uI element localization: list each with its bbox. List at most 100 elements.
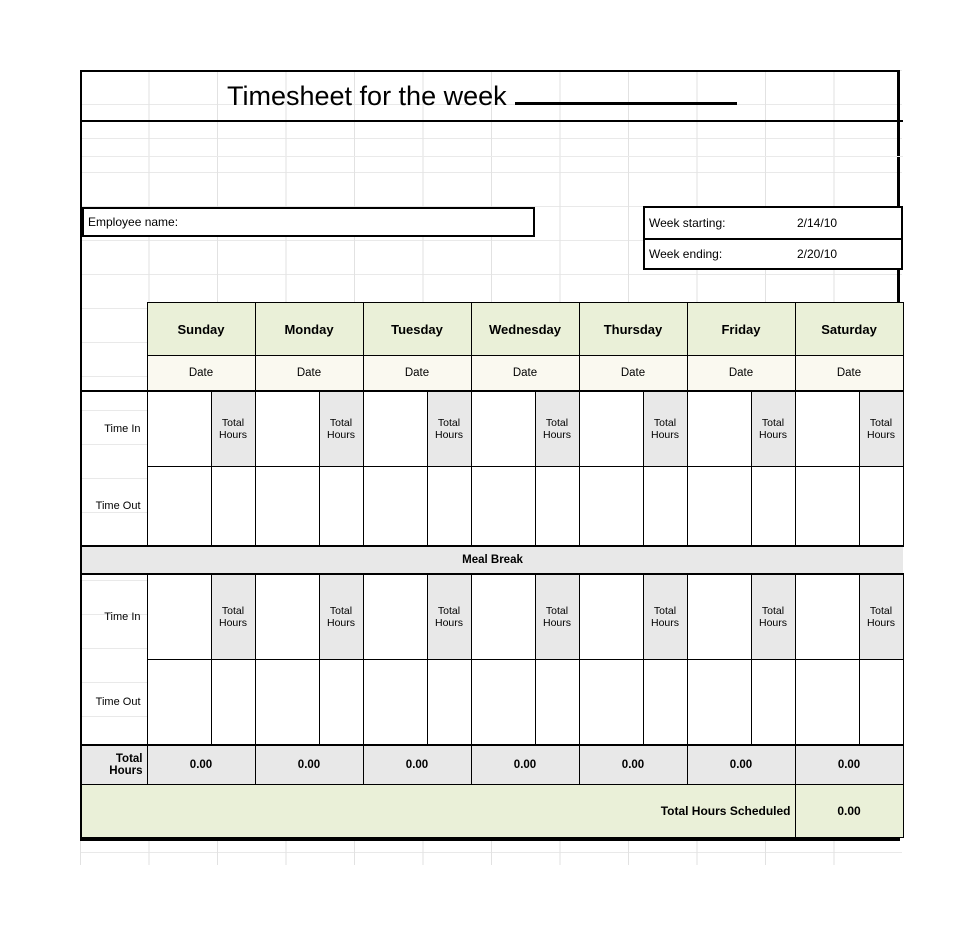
time-in-row-2: Time In Total Hours Total Hours Total Ho… bbox=[82, 573, 904, 660]
time-out-label-1: Time Out bbox=[95, 499, 141, 512]
time-in-input-tuesday-1[interactable] bbox=[362, 390, 428, 467]
total-hours-value-saturday-1[interactable] bbox=[858, 466, 904, 547]
time-in-input-friday-1[interactable] bbox=[686, 390, 752, 467]
date-cell-tuesday[interactable]: Date bbox=[362, 355, 472, 392]
total-hours-label-saturday-1: Total Hours bbox=[858, 390, 904, 467]
total-hours-label-monday-2: Total Hours bbox=[318, 573, 364, 660]
day-header-sunday: Sunday bbox=[146, 302, 256, 356]
employee-name-field[interactable]: Employee name: bbox=[82, 207, 535, 237]
time-in-input-saturday-2[interactable] bbox=[794, 573, 860, 660]
time-in-label-1: Time In bbox=[82, 390, 147, 467]
total-hours-value-tuesday-1[interactable] bbox=[426, 466, 472, 547]
title-blank-line[interactable] bbox=[514, 82, 737, 105]
time-out-input-saturday-1[interactable] bbox=[794, 466, 860, 547]
total-hours-value-sunday-2[interactable] bbox=[210, 659, 256, 746]
total-hours-value-monday-1[interactable] bbox=[318, 466, 364, 547]
date-cell-monday[interactable]: Date bbox=[254, 355, 364, 392]
total-hours-value-thursday-1[interactable] bbox=[642, 466, 688, 547]
time-out-input-friday-2[interactable] bbox=[686, 659, 752, 746]
total-hours-value-wednesday-1[interactable] bbox=[534, 466, 580, 547]
time-in-input-monday-1[interactable] bbox=[254, 390, 320, 467]
time-in-row-1: Time In Total Hours Total Hours Total Ho… bbox=[82, 390, 904, 467]
total-hours-saturday: 0.00 bbox=[794, 744, 904, 785]
total-hours-label-sunday-1: Total Hours bbox=[210, 390, 256, 467]
timesheet-page: Timesheet for the week Employee name: We… bbox=[0, 0, 967, 950]
week-starting-label: Week starting: bbox=[649, 216, 726, 230]
time-out-input-friday-1[interactable] bbox=[686, 466, 752, 547]
total-hours-label-tuesday-1: Total Hours bbox=[426, 390, 472, 467]
total-hours-label-thursday-1: Total Hours bbox=[642, 390, 688, 467]
date-cell-friday[interactable]: Date bbox=[686, 355, 796, 392]
time-out-input-thursday-1[interactable] bbox=[578, 466, 644, 547]
date-cell-sunday[interactable]: Date bbox=[146, 355, 256, 392]
total-hours-row-label: Total Hours bbox=[82, 744, 147, 785]
spacer-cell bbox=[82, 270, 903, 303]
week-starting-value: 2/14/10 bbox=[797, 216, 838, 230]
info-blank-cell bbox=[82, 238, 535, 270]
total-hours-value-wednesday-2[interactable] bbox=[534, 659, 580, 746]
date-cell-wednesday[interactable]: Date bbox=[470, 355, 580, 392]
employee-name-cell: Employee name: bbox=[82, 206, 535, 238]
time-in-input-sunday-2[interactable] bbox=[146, 573, 212, 660]
total-hours-label-tuesday-2: Total Hours bbox=[426, 573, 472, 660]
spacer-row-3 bbox=[82, 270, 903, 303]
total-hours-tuesday: 0.00 bbox=[362, 744, 472, 785]
total-hours-value-monday-2[interactable] bbox=[318, 659, 364, 746]
total-hours-scheduled-value: 0.00 bbox=[794, 784, 904, 838]
title-cell: Timesheet for the week bbox=[82, 72, 904, 122]
total-hours-label-friday-1: Total Hours bbox=[750, 390, 796, 467]
day-header-thursday: Thursday bbox=[578, 302, 688, 356]
employee-week-start-row: Employee name: Week starting: 2/14/10 bbox=[82, 206, 904, 238]
time-in-input-thursday-2[interactable] bbox=[578, 573, 644, 660]
time-in-input-friday-2[interactable] bbox=[686, 573, 752, 660]
meal-break-row: Meal Break bbox=[82, 545, 904, 575]
time-in-input-tuesday-2[interactable] bbox=[362, 573, 428, 660]
week-starting-field[interactable]: Week starting: 2/14/10 bbox=[643, 206, 904, 238]
timesheet-table: Timesheet for the week Employee name: We… bbox=[82, 72, 904, 838]
time-in-input-thursday-1[interactable] bbox=[578, 390, 644, 467]
week-ending-field[interactable]: Week ending: 2/20/10 bbox=[643, 238, 904, 270]
time-out-input-thursday-2[interactable] bbox=[578, 659, 644, 746]
total-hours-monday: 0.00 bbox=[254, 744, 364, 785]
total-hours-label-friday-2: Total Hours bbox=[750, 573, 796, 660]
date-cell-thursday[interactable]: Date bbox=[578, 355, 688, 392]
total-hours-value-sunday-1[interactable] bbox=[210, 466, 256, 547]
employee-name-label: Employee name: bbox=[88, 215, 179, 229]
time-out-input-saturday-2[interactable] bbox=[794, 659, 860, 746]
total-hours-thursday: 0.00 bbox=[578, 744, 688, 785]
total-hours-wednesday: 0.00 bbox=[470, 744, 580, 785]
time-out-input-tuesday-2[interactable] bbox=[362, 659, 428, 746]
total-hours-label-wednesday-1: Total Hours bbox=[534, 390, 580, 467]
time-out-input-monday-1[interactable] bbox=[254, 466, 320, 547]
date-row: Date Date Date Date Date Date Date bbox=[82, 355, 904, 392]
time-in-input-sunday-1[interactable] bbox=[146, 390, 212, 467]
total-hours-label-sunday-2: Total Hours bbox=[210, 573, 256, 660]
time-in-input-monday-2[interactable] bbox=[254, 573, 320, 660]
time-out-input-sunday-2[interactable] bbox=[146, 659, 212, 746]
time-out-row-1: Time Out bbox=[82, 466, 904, 547]
page-title: Timesheet for the week bbox=[227, 80, 507, 111]
total-hours-value-friday-1[interactable] bbox=[750, 466, 796, 547]
spacer-row-1 bbox=[82, 121, 904, 157]
date-cell-saturday[interactable]: Date bbox=[794, 355, 904, 392]
week-ending-cell: Week ending: 2/20/10 bbox=[643, 238, 904, 270]
total-hours-label-wednesday-2: Total Hours bbox=[534, 573, 580, 660]
total-hours-value-saturday-2[interactable] bbox=[858, 659, 904, 746]
title-row: Timesheet for the week bbox=[82, 72, 904, 122]
time-out-input-wednesday-1[interactable] bbox=[470, 466, 536, 547]
time-out-input-tuesday-1[interactable] bbox=[362, 466, 428, 547]
spacer-cell bbox=[82, 121, 904, 157]
total-hours-value-thursday-2[interactable] bbox=[642, 659, 688, 746]
time-out-input-monday-2[interactable] bbox=[254, 659, 320, 746]
spacer-row-2 bbox=[82, 157, 903, 207]
total-hours-scheduled-row: Total Hours Scheduled 0.00 bbox=[82, 784, 904, 838]
total-hours-label-saturday-2: Total Hours bbox=[858, 573, 904, 660]
time-in-input-saturday-1[interactable] bbox=[794, 390, 860, 467]
time-out-input-sunday-1[interactable] bbox=[146, 466, 212, 547]
time-out-input-wednesday-2[interactable] bbox=[470, 659, 536, 746]
time-in-input-wednesday-2[interactable] bbox=[470, 573, 536, 660]
total-hours-value-friday-2[interactable] bbox=[750, 659, 796, 746]
time-in-input-wednesday-1[interactable] bbox=[470, 390, 536, 467]
day-header-saturday: Saturday bbox=[794, 302, 904, 356]
total-hours-value-tuesday-2[interactable] bbox=[426, 659, 472, 746]
